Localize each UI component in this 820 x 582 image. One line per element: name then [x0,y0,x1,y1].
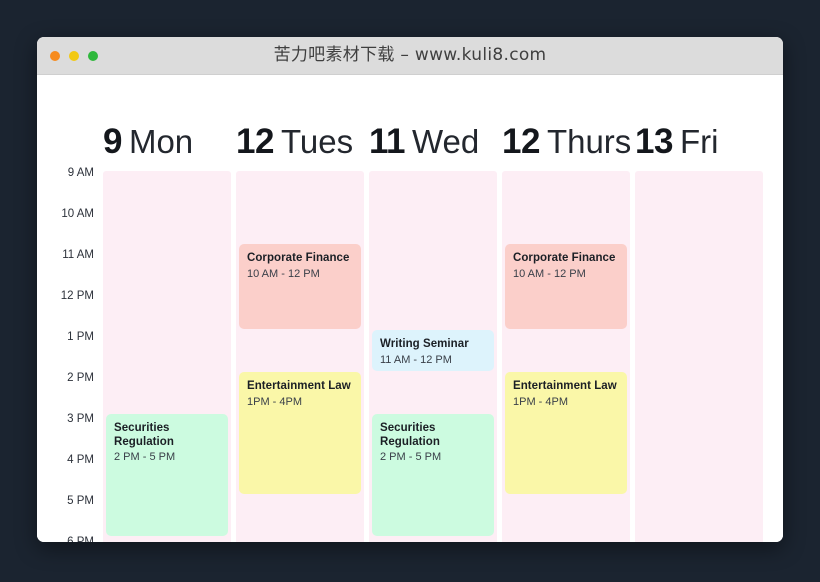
day-number: 9 [103,122,122,161]
event-title: Entertainment Law [247,380,351,392]
day-number: 12 [502,122,540,161]
time-label: 4 PM [67,454,94,466]
time-label: 6 PM [67,536,94,542]
event-title: Securities Regulation [114,422,174,448]
day-name: Wed [412,123,480,160]
event-time: 1PM - 4PM [513,395,569,408]
event-time: 10 AM - 12 PM [513,267,586,280]
time-label: 9 AM [67,167,94,179]
time-label: 12 PM [60,290,94,302]
day-header-wed[interactable]: 11 Wed [369,122,502,162]
calendar-event[interactable]: Securities Regulation 2 PM - 5 PM [106,414,228,536]
event-time: 10 AM - 12 PM [247,267,320,280]
day-header-mon[interactable]: 9 Mon [103,122,236,162]
event-time: 1PM - 4PM [247,395,303,408]
day-number: 11 [369,122,406,161]
time-label: 2 PM [67,372,94,384]
day-header-tues[interactable]: 12 Tues [236,122,369,162]
calendar-event[interactable]: Corporate Finance 10 AM - 12 PM [239,244,361,329]
time-label: 11 AM [62,249,94,261]
window-title-bar: 苦力吧素材下载 – www.kuli8.com [37,37,783,75]
day-number: 13 [635,122,673,161]
event-title: Writing Seminar [380,338,469,350]
time-label: 1 PM [67,331,94,343]
day-columns: Securities Regulation 2 PM - 5 PM Corporat… [103,171,783,542]
calendar-event[interactable]: Entertainment Law 1PM - 4PM [239,372,361,494]
calendar-event[interactable]: Securities Regulation 2 PM - 5 PM [372,414,494,536]
calendar-event[interactable]: Corporate Finance 10 AM - 12 PM [505,244,627,329]
event-title: Securities Regulation [380,422,440,448]
time-label: 5 PM [67,495,94,507]
event-time: 2 PM - 5 PM [380,451,442,463]
event-title: Corporate Finance [247,252,350,264]
day-name: Tues [280,123,354,160]
event-time: 2 PM - 5 PM [114,451,176,463]
event-title: Corporate Finance [513,252,616,264]
calendar-view: 9 Mon 12 Tues 11 Wed 12 Thurs 13 Fri 9 AM 10 AM 11 … [37,75,783,542]
day-name: Mon [128,123,194,160]
event-time: 11 AM - 12 PM [380,353,452,366]
time-gutter: 9 AM 10 AM 11 AM 12 PM 1 PM 2 PM 3 PM 4 PM 5 PM 6… [37,167,103,542]
calendar-event[interactable]: Writing Seminar 11 AM - 12 PM [372,330,494,371]
time-label: 10 AM [61,208,94,220]
window-title: 苦力吧素材下载 – www.kuli8.com [273,45,547,65]
calendar-window: 苦力吧素材下载 – www.kuli8.com 9 Mon 12 Tues 11 Wed 1… [37,37,783,542]
time-label: 3 PM [67,413,94,425]
calendar-event[interactable]: Entertainment Law 1PM - 4PM [505,372,627,494]
day-header-fri[interactable]: 13 Fri [635,122,768,162]
event-title: Entertainment Law [513,380,617,392]
day-header-row: 9 Mon 12 Tues 11 Wed 12 Thurs 13 Fri [103,114,783,162]
day-column-fri[interactable] [635,171,763,542]
day-header-thurs[interactable]: 12 Thurs [502,122,635,162]
day-name: Thurs [546,123,632,160]
day-number: 12 [236,122,274,161]
day-name: Fri [679,123,719,160]
